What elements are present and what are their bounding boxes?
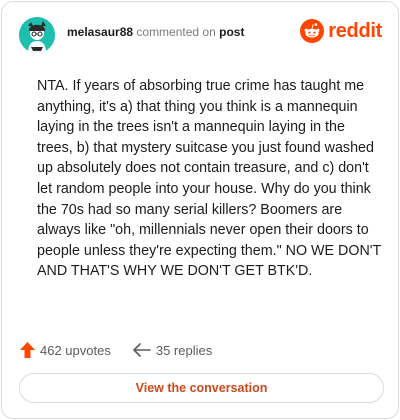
username[interactable]: melasaur88 [67,25,133,39]
byline-verb: commented on [136,25,216,39]
comment-body: NTA. If years of absorbing true crime ha… [37,78,382,280]
reply-arrow-icon [133,343,151,357]
upvote-arrow-icon [20,342,35,358]
replies-stat[interactable]: 35 replies [133,343,212,358]
upvotes-stat[interactable]: 462 upvotes [20,342,111,358]
view-conversation-button[interactable]: View the conversation [19,373,384,403]
post-link[interactable]: post [219,25,244,39]
upvotes-count: 462 upvotes [40,342,111,358]
brand-wordmark: reddit [328,19,382,42]
replies-count: 35 replies [155,342,213,358]
reddit-brand[interactable]: reddit [300,19,382,43]
reddit-logo-icon [300,19,325,43]
avatar-illustration-icon [19,17,55,53]
byline: melasaur88 commented on post [67,24,244,40]
comment-header: melasaur88 commented on post reddit [19,16,384,54]
comment-stats: 462 upvotes 35 replies [20,339,212,361]
comment-card: melasaur88 commented on post reddit NTA.… [1,1,399,419]
avatar[interactable] [19,17,55,53]
